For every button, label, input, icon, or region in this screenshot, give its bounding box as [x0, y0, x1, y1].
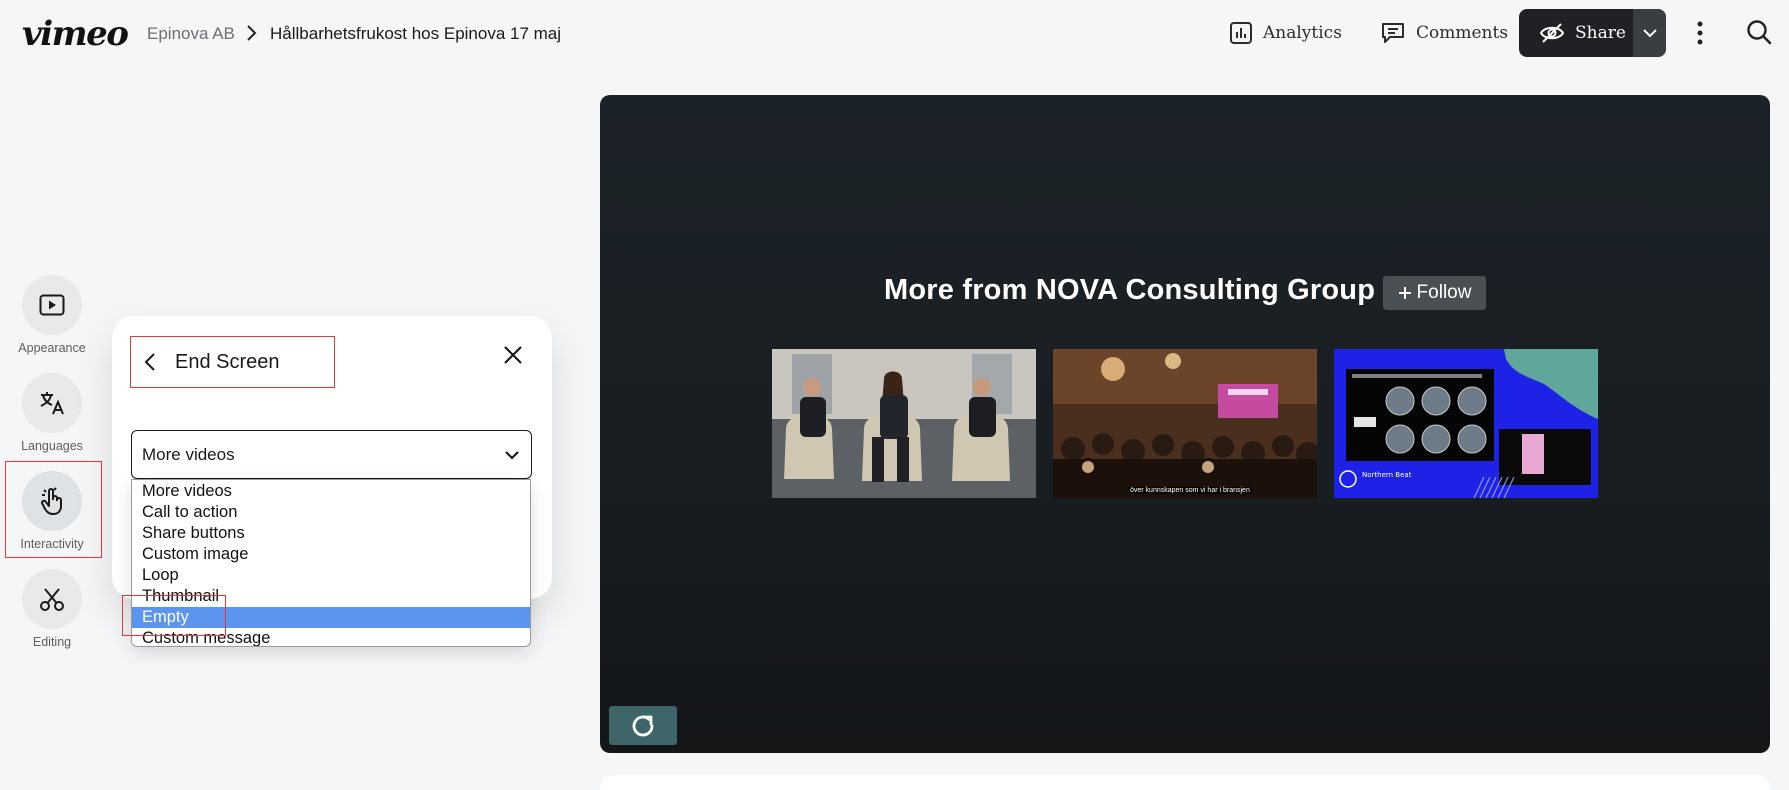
- rail-label-interactivity: Interactivity: [20, 537, 84, 551]
- option-share-buttons[interactable]: Share buttons: [132, 523, 530, 544]
- share-label: Share: [1575, 23, 1626, 43]
- tap-hand-icon: [41, 487, 62, 515]
- rail-item-languages[interactable]: Languages: [0, 373, 104, 471]
- option-thumbnail[interactable]: Thumbnail: [132, 586, 530, 607]
- play-square-icon: [39, 294, 65, 316]
- video-thumbnail-3[interactable]: Northern Beat: [1334, 349, 1598, 498]
- end-screen-options-list: More videos Call to action Share buttons…: [131, 479, 531, 647]
- close-icon: [504, 346, 522, 364]
- option-custom-image[interactable]: Custom image: [132, 544, 530, 565]
- thumbnail-image: [772, 349, 1036, 498]
- thumbnail-image: [1053, 349, 1317, 498]
- comments-button[interactable]: Comments: [1380, 16, 1508, 50]
- analytics-icon: [1230, 22, 1252, 44]
- analytics-button[interactable]: Analytics: [1229, 16, 1342, 50]
- video-details-card: [600, 775, 1770, 790]
- share-button-group: Share: [1519, 9, 1666, 57]
- video-thumbnail-2[interactable]: [1053, 349, 1317, 498]
- plus-icon: [1398, 287, 1411, 299]
- comments-label: Comments: [1416, 23, 1509, 43]
- chevron-down-icon: [1642, 29, 1657, 38]
- rail-label-languages: Languages: [21, 439, 83, 453]
- share-options-button[interactable]: [1633, 9, 1666, 57]
- close-panel-button[interactable]: [499, 341, 527, 369]
- search-icon[interactable]: [1745, 18, 1773, 46]
- rail-icon-circle: [22, 569, 82, 629]
- option-empty[interactable]: Empty: [132, 607, 530, 628]
- rail-item-editing[interactable]: Editing: [0, 569, 104, 667]
- rail-icon-circle: [22, 275, 82, 335]
- thumbnail-caption: över kunnskapen som vi har i bransjen: [1128, 487, 1252, 494]
- follow-label: Follow: [1416, 282, 1472, 303]
- follow-button[interactable]: Follow: [1383, 276, 1486, 310]
- translate-icon: [40, 392, 64, 415]
- replay-button[interactable]: [609, 706, 677, 745]
- end-screen-back-button[interactable]: End Screen: [130, 336, 335, 388]
- chevron-left-icon: [144, 353, 155, 371]
- share-button[interactable]: Share: [1519, 9, 1633, 57]
- thumbnail-3-label: Northern Beat: [1362, 471, 1412, 479]
- vimeo-logo[interactable]: vimeo: [22, 14, 129, 54]
- panel-title: End Screen: [175, 350, 280, 373]
- breadcrumb-owner[interactable]: Epinova AB: [147, 24, 235, 44]
- analytics-label: Analytics: [1263, 23, 1342, 43]
- more-options-button[interactable]: [1690, 20, 1710, 46]
- rail-label-appearance: Appearance: [18, 341, 86, 355]
- end-screen-heading: More from NOVA Consulting Group: [884, 274, 1376, 306]
- rail-item-appearance[interactable]: Appearance: [0, 275, 104, 373]
- rail-icon-circle: [22, 471, 82, 531]
- rail-label-editing: Editing: [32, 635, 72, 649]
- select-value: More videos: [142, 444, 235, 464]
- breadcrumb-video-title: Hållbarhetsfrukost hos Epinova 17 maj: [270, 24, 562, 43]
- rail-icon-circle: [22, 373, 82, 433]
- option-loop[interactable]: Loop: [132, 565, 530, 586]
- end-screen-type-select[interactable]: More videos: [131, 430, 532, 479]
- chevron-right-icon: [247, 25, 257, 41]
- rail-item-interactivity[interactable]: Interactivity: [0, 471, 104, 569]
- option-custom-message[interactable]: Custom message: [132, 628, 530, 646]
- top-bar: vimeo Epinova AB Hållbarhetsfrukost hos …: [0, 0, 1789, 66]
- scissors-icon: [40, 588, 64, 611]
- kebab-menu-icon: [1697, 21, 1703, 45]
- video-thumbnail-1[interactable]: [772, 349, 1036, 498]
- thumbnail-image: Northern Beat: [1334, 349, 1598, 498]
- eye-off-icon: [1539, 23, 1565, 43]
- option-call-to-action[interactable]: Call to action: [132, 502, 530, 523]
- replay-icon: [632, 715, 654, 736]
- chevron-down-icon: [505, 450, 519, 460]
- option-more-videos[interactable]: More videos: [132, 481, 530, 502]
- comment-icon: [1382, 23, 1404, 43]
